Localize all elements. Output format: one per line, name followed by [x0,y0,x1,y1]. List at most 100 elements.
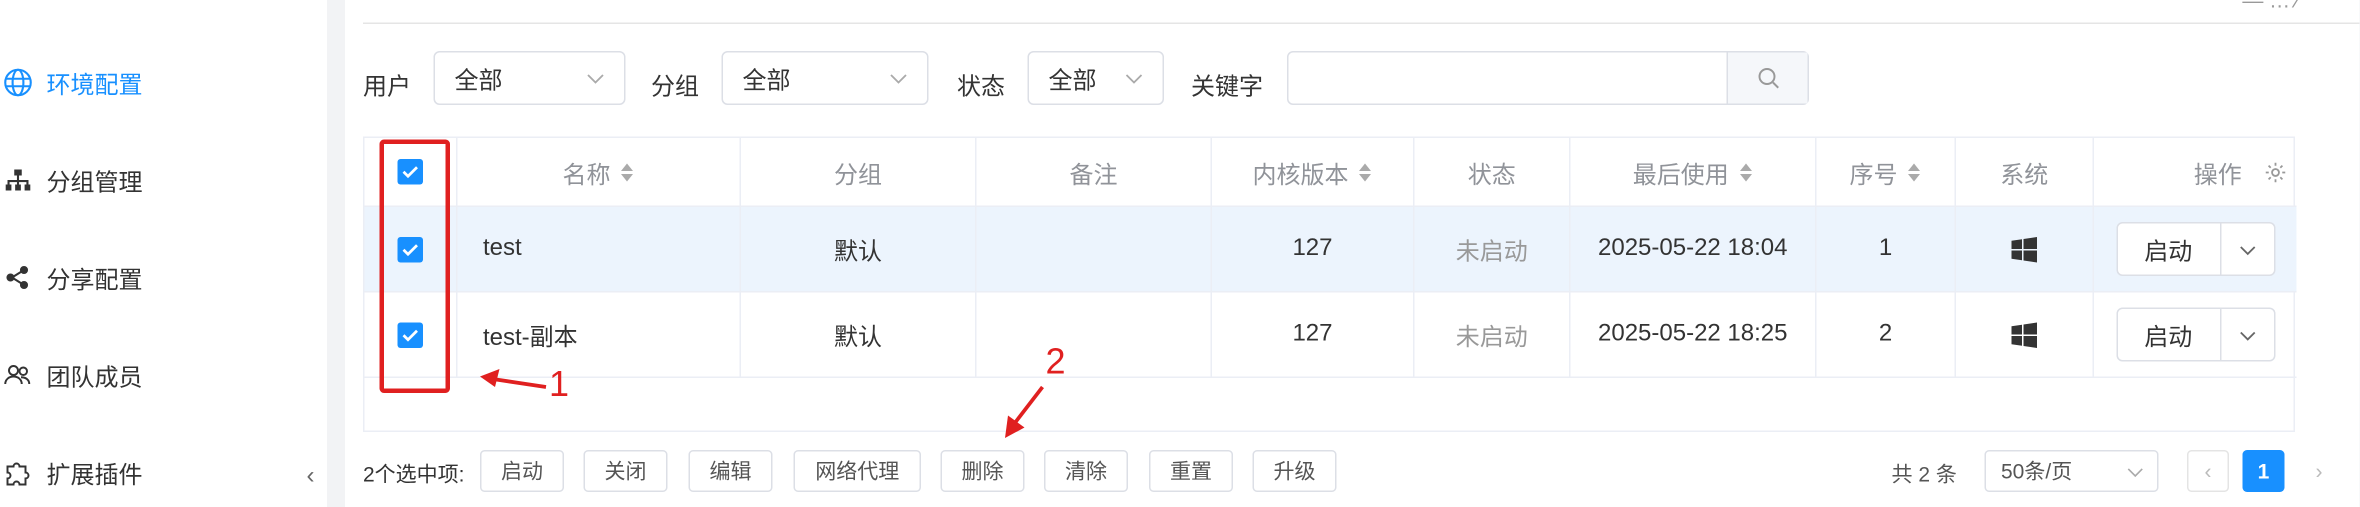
select-all-cell [365,138,458,206]
header-label: 操作 [2193,162,2242,189]
col-header-kernel[interactable]: 内核版本 [1212,138,1415,206]
col-header-system: 系统 [1956,138,2094,206]
top-fragment: — … ∕ [2242,0,2300,12]
sidebar-item-label: 扩展插件 [46,463,143,490]
sidebar-item-label: 环境配置 [46,73,143,100]
chevron-down-icon [2127,468,2143,478]
cell-group: 默认 [741,207,977,291]
page-button-current[interactable]: 1 [2242,450,2285,492]
cell-ops: 启动 [2094,207,2297,291]
cell-system [1956,292,2094,377]
cell-note [977,207,1212,291]
chevron-down-icon [1125,74,1143,84]
puzzle-icon [3,458,33,488]
launch-button[interactable]: 启动 [2115,307,2221,362]
row-checkbox[interactable] [397,236,423,262]
cell-seq: 2 [1817,292,1956,377]
cell-kernel: 127 [1212,207,1415,291]
header-label: 分组 [833,162,882,189]
sidebar-collapse-button[interactable]: ‹ [294,459,327,495]
batch-delete-button[interactable]: 删除 [940,450,1025,492]
batch-edit-button[interactable]: 编辑 [688,450,773,492]
status-filter-value: 全部 [1048,69,1097,95]
group-filter-value: 全部 [742,69,791,95]
cell-group: 默认 [741,292,977,377]
team-icon [3,360,33,390]
col-header-seq[interactable]: 序号 [1817,138,1956,206]
batch-upgrade-button[interactable]: 升级 [1252,450,1337,492]
next-page-button[interactable]: › [2298,450,2340,492]
keyword-input[interactable] [1288,52,1727,104]
row-select-cell [365,292,458,377]
cell-kernel: 127 [1212,292,1415,377]
chevron-down-icon [2239,331,2255,340]
launch-button[interactable]: 启动 [2115,222,2221,276]
page-size-select[interactable]: 50条/页 [1984,450,2159,492]
cell-status: 未启动 [1415,207,1571,291]
selected-count-label: 2个选中项: [363,462,465,486]
search-button[interactable] [1726,52,1808,104]
cell-system [1956,207,2094,291]
col-header-note: 备注 [977,138,1212,206]
chevron-down-icon [587,74,604,84]
user-filter-value: 全部 [454,69,503,95]
chevron-down-icon [2239,245,2255,255]
header-label: 备注 [1069,162,1118,189]
windows-icon [2011,321,2037,348]
sidebar-item-environment[interactable]: 环境配置 [0,60,143,105]
windows-icon [2011,236,2037,262]
cell-last-used: 2025-05-22 18:25 [1571,292,1817,377]
col-header-last-used[interactable]: 最后使用 [1571,138,1817,206]
search-icon [1757,68,1779,89]
batch-proxy-button[interactable]: 网络代理 [793,450,921,492]
main-panel: — … ∕ 用户 全部 分组 全部 状态 全部 关键字 名称 分组 备注 内核版… [345,0,2360,507]
group-filter-label: 分组 [651,75,700,101]
sidebar-item-label: 团队成员 [46,366,143,392]
col-header-ops: 操作 [2094,138,2297,206]
gear-icon[interactable] [2264,161,2288,185]
launch-dropdown-button[interactable] [2220,222,2275,276]
sidebar-item-label: 分组管理 [46,171,143,197]
keyword-label: 关键字 [1191,75,1264,101]
status-filter-select[interactable]: 全部 [1027,51,1164,105]
sidebar-item-share[interactable]: 分享配置 [0,255,143,300]
row-checkbox[interactable] [397,321,423,348]
batch-clear-button[interactable]: 清除 [1044,450,1128,492]
page-size-value: 50条/页 [2001,459,2073,483]
header-label: 系统 [2000,162,2049,189]
sort-icon [1359,162,1371,181]
keyword-search [1287,51,1809,105]
chevron-down-icon [890,74,907,84]
header-label: 内核版本 [1252,162,1349,189]
sidebar-item-groups[interactable]: 分组管理 [0,158,143,203]
launch-dropdown-button[interactable] [2220,307,2275,362]
batch-start-button[interactable]: 启动 [480,450,564,492]
batch-reset-button[interactable]: 重置 [1149,450,1233,492]
cell-name: test-副本 [458,292,741,377]
user-filter-select[interactable]: 全部 [433,51,626,105]
divider [363,22,2360,24]
cell-status: 未启动 [1415,292,1571,377]
user-filter-label: 用户 [363,75,412,101]
col-header-name[interactable]: 名称 [458,138,741,206]
cell-name: test [458,207,741,291]
sidebar-item-extensions[interactable]: 扩展插件 [0,450,143,495]
sort-icon [621,162,633,181]
select-all-checkbox[interactable] [397,159,423,185]
col-header-group: 分组 [741,138,977,206]
table-row[interactable]: test 默认 127 未启动 2025-05-22 18:04 1 启动 [364,207,2297,293]
sidebar-item-team[interactable]: 团队成员 [0,353,143,398]
total-count: 共 2 条 [1891,462,1957,486]
header-label: 状态 [1467,162,1516,189]
table-header-row: 名称 分组 备注 内核版本 状态 最后使用 序号 系统 操作 [364,138,2297,207]
header-label: 序号 [1849,162,1898,189]
batch-close-button[interactable]: 关闭 [583,450,668,492]
cell-ops: 启动 [2094,293,2297,377]
group-filter-select[interactable]: 全部 [721,51,929,105]
prev-page-button[interactable]: ‹ [2187,450,2229,492]
cell-seq: 1 [1817,207,1956,291]
sort-icon [1908,162,1920,181]
col-header-status: 状态 [1415,138,1571,206]
org-tree-icon [3,165,33,195]
table-row[interactable]: test-副本 默认 127 未启动 2025-05-22 18:25 2 启动 [364,292,2297,378]
